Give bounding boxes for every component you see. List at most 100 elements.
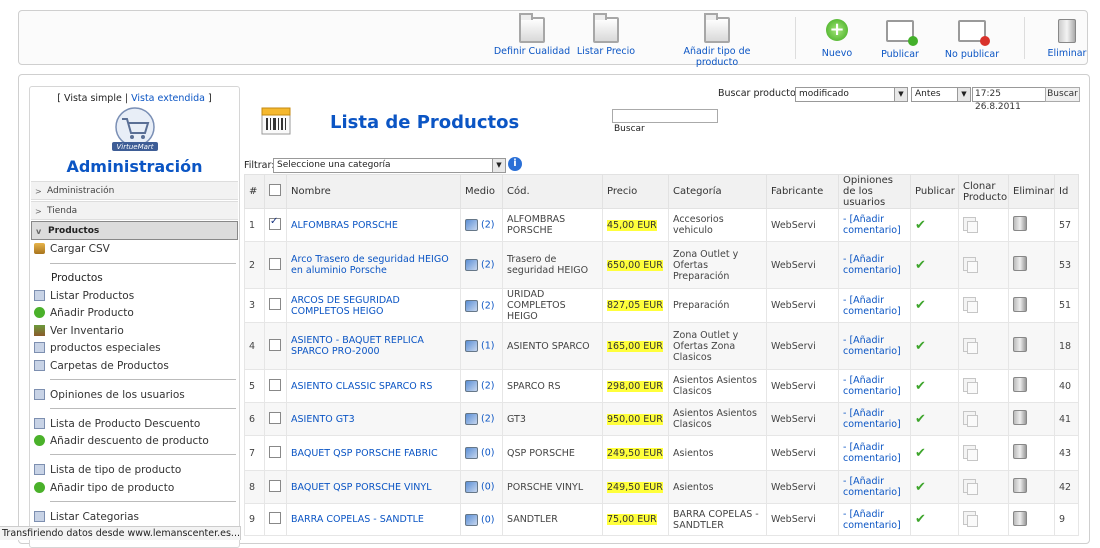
product-name-link[interactable]: ARCOS DE SEGURIDAD COMPLETOS HEIGO <box>291 295 400 317</box>
trash-icon[interactable] <box>1013 256 1027 271</box>
date-input[interactable]: 17:25 26.8.2011 <box>972 87 1046 112</box>
published-check-icon[interactable]: ✔ <box>915 218 926 233</box>
vista-simple-link[interactable]: [ Vista simple | <box>57 93 128 104</box>
category-select[interactable]: Seleccione una categoría ▼ <box>273 158 506 173</box>
col-header-id[interactable]: Id <box>1054 174 1079 209</box>
sidebar-item-anadir-descuento[interactable]: Añadir descuento de producto <box>34 433 209 449</box>
row-checkbox[interactable] <box>269 445 281 458</box>
trash-icon[interactable] <box>1013 444 1027 459</box>
media-count[interactable]: (2) <box>481 260 494 271</box>
media-icon[interactable] <box>465 219 478 231</box>
sidebar-item-carpetas-productos[interactable]: Carpetas de Productos <box>34 358 169 374</box>
clone-icon[interactable] <box>963 444 978 461</box>
price-value[interactable]: 45,00 EUR <box>607 219 657 231</box>
col-header-opiniones[interactable]: Opiniones de los usuarios <box>838 174 911 209</box>
col-header-nombre[interactable]: Nombre <box>286 174 461 209</box>
section-tienda[interactable]: > Tienda <box>31 201 238 220</box>
section-administracion[interactable]: > Administración <box>31 181 238 200</box>
publicar-button[interactable]: Publicar <box>877 17 923 60</box>
trash-icon[interactable] <box>1013 337 1027 352</box>
published-check-icon[interactable]: ✔ <box>915 480 926 495</box>
product-name-link[interactable]: ALFOMBRAS PORSCHE <box>291 220 398 231</box>
vista-extendida-link[interactable]: Vista extendida <box>131 93 205 104</box>
trash-icon[interactable] <box>1013 296 1027 312</box>
media-icon[interactable] <box>465 481 478 493</box>
add-comment-link[interactable]: - [Añadir comentario] <box>843 214 901 236</box>
clone-icon[interactable] <box>963 216 978 233</box>
info-icon[interactable]: i <box>508 157 522 171</box>
add-comment-link[interactable]: - [Añadir comentario] <box>843 442 901 464</box>
sidebar-item-lista-descuento[interactable]: Lista de Producto Descuento <box>34 416 200 432</box>
published-check-icon[interactable]: ✔ <box>915 379 926 394</box>
media-count[interactable]: (2) <box>481 300 494 311</box>
media-count[interactable]: (0) <box>481 514 494 525</box>
add-comment-link[interactable]: - [Añadir comentario] <box>843 476 901 498</box>
sidebar-item-anadir-producto[interactable]: Añadir Producto <box>34 305 134 321</box>
media-icon[interactable] <box>465 340 478 352</box>
eliminar-button[interactable]: Eliminar <box>1047 17 1087 59</box>
sidebar-item-lista-tipo[interactable]: Lista de tipo de producto <box>34 462 181 478</box>
col-header-fabricante[interactable]: Fabricante <box>766 174 839 209</box>
clone-icon[interactable] <box>963 478 978 495</box>
clone-icon[interactable] <box>963 511 978 527</box>
media-icon[interactable] <box>465 447 478 459</box>
price-value[interactable]: 298,00 EUR <box>607 380 663 392</box>
clone-icon[interactable] <box>963 337 978 354</box>
media-count[interactable]: (0) <box>481 448 494 459</box>
sidebar-item-ver-inventario[interactable]: Ver Inventario <box>34 323 124 339</box>
col-header-cod[interactable]: Cód. <box>502 174 603 209</box>
no-publicar-button[interactable]: No publicar <box>944 17 1000 60</box>
product-name-link[interactable]: BAQUET QSP PORSCHE FABRIC <box>291 448 438 459</box>
clone-icon[interactable] <box>963 377 978 394</box>
trash-icon[interactable] <box>1013 410 1027 425</box>
clone-icon[interactable] <box>963 297 978 313</box>
published-check-icon[interactable]: ✔ <box>915 339 926 354</box>
row-checkbox[interactable] <box>269 411 281 424</box>
published-check-icon[interactable]: ✔ <box>915 446 926 461</box>
row-checkbox[interactable] <box>269 216 281 230</box>
anadir-tipo-producto-button[interactable]: Añadir tipo de producto <box>664 13 770 68</box>
product-name-link[interactable]: BARRA COPELAS - SANDTLE <box>291 514 424 525</box>
col-header-publicar[interactable]: Publicar <box>910 174 959 209</box>
published-check-icon[interactable]: ✔ <box>915 258 926 273</box>
price-value[interactable]: 75,00 EUR <box>607 514 657 525</box>
filter-mode-select[interactable]: modificado ▼ <box>795 87 908 102</box>
price-value[interactable]: 950,00 EUR <box>607 413 663 425</box>
media-count[interactable]: (0) <box>481 482 494 493</box>
definir-cualidad-button[interactable]: Definir Cualidad <box>479 13 585 57</box>
published-check-icon[interactable]: ✔ <box>915 412 926 427</box>
price-value[interactable]: 249,50 EUR <box>607 447 663 459</box>
add-comment-link[interactable]: - [Añadir comentario] <box>843 254 901 276</box>
media-icon[interactable] <box>465 299 478 312</box>
col-header-medio[interactable]: Medio <box>460 174 503 209</box>
sidebar-item-opiniones[interactable]: Opiniones de los usuarios <box>34 387 185 403</box>
price-value[interactable]: 165,00 EUR <box>607 340 663 352</box>
search-input[interactable] <box>612 109 718 123</box>
trash-icon[interactable] <box>1013 377 1027 392</box>
product-name-link[interactable]: ASIENTO CLASSIC SPARCO RS <box>291 381 432 392</box>
clone-icon[interactable] <box>963 256 978 273</box>
price-value[interactable]: 650,00 EUR <box>607 259 663 271</box>
row-checkbox[interactable] <box>269 479 281 492</box>
sidebar-item-listar-categorias[interactable]: Listar Categorias <box>34 509 139 525</box>
product-name-link[interactable]: Arco Trasero de seguridad HEIGO en alumi… <box>291 254 449 276</box>
product-name-link[interactable]: ASIENTO GT3 <box>291 414 355 425</box>
clone-icon[interactable] <box>963 410 978 427</box>
add-comment-link[interactable]: - [Añadir comentario] <box>843 295 901 317</box>
media-icon[interactable] <box>465 413 478 425</box>
media-count[interactable]: (2) <box>481 220 494 231</box>
published-check-icon[interactable]: ✔ <box>915 512 926 527</box>
when-select[interactable]: Antes ▼ <box>911 87 971 102</box>
media-icon[interactable] <box>465 259 478 271</box>
search-button[interactable]: Buscar <box>614 124 645 134</box>
col-header-precio[interactable]: Precio <box>602 174 669 209</box>
media-count[interactable]: (1) <box>481 341 494 352</box>
published-check-icon[interactable]: ✔ <box>915 298 926 313</box>
media-count[interactable]: (2) <box>481 381 494 392</box>
sidebar-item-listar-productos[interactable]: Listar Productos <box>34 288 134 304</box>
select-all-checkbox[interactable] <box>269 184 281 196</box>
sidebar-item-cargar-csv[interactable]: Cargar CSV <box>34 241 110 257</box>
row-checkbox[interactable] <box>269 298 281 310</box>
row-checkbox[interactable] <box>269 512 281 524</box>
nuevo-button[interactable]: + Nuevo <box>817 17 857 59</box>
